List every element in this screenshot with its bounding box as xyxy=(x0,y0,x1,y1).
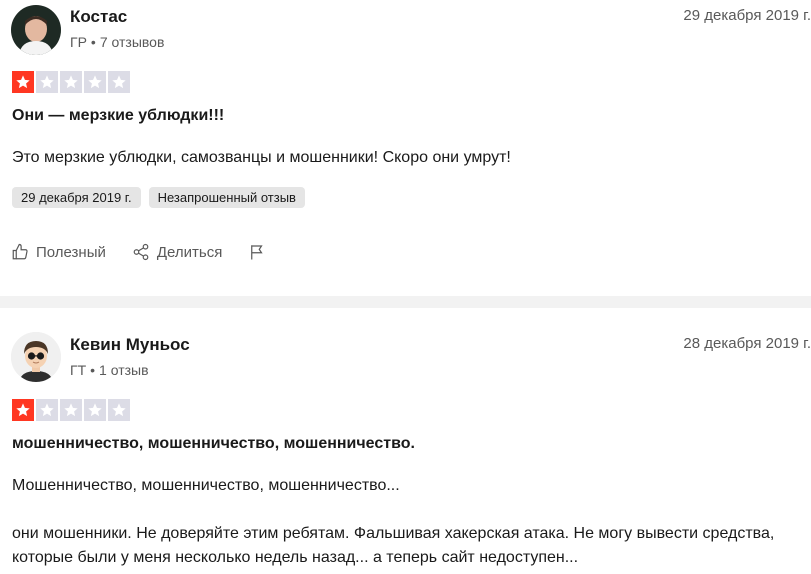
reviewer-meta: ГР • 7 отзывов xyxy=(70,34,164,50)
review-date: 29 декабря 2019 г. xyxy=(683,7,811,24)
review-title[interactable]: Они — мерзкие ублюдки!!! xyxy=(12,107,224,125)
review-card: Кевин Муньос ГТ • 1 отзыв 28 декабря 2019 … xyxy=(0,308,811,574)
review-actions: Полезный Делиться xyxy=(11,243,266,261)
reviewer-name[interactable]: Кевин Муньос xyxy=(70,335,190,355)
review-text-paragraph: Мошенничество, мошенничество, мошенничес… xyxy=(12,477,400,494)
reviewer-country: ГТ xyxy=(70,362,87,378)
star-icon xyxy=(60,71,82,93)
reviewer-review-count: 1 отзыв xyxy=(99,362,149,378)
star-icon xyxy=(108,71,130,93)
review-text-paragraph: они мошенники. Не доверяйте этим ребятам… xyxy=(12,525,775,566)
star-icon xyxy=(60,399,82,421)
reviewer-meta: ГТ • 1 отзыв xyxy=(70,362,149,378)
review-chips: 29 декабря 2019 г. Незапрошенный отзыв xyxy=(12,187,305,208)
useful-label: Полезный xyxy=(36,243,106,261)
share-label: Делиться xyxy=(156,243,223,261)
review-card: Костас ГР • 7 отзывов 29 декабря 2019 г. О… xyxy=(0,0,811,296)
meta-separator: • xyxy=(90,362,96,378)
experience-date-badge: 29 декабря 2019 г. xyxy=(12,187,141,208)
thumbs-up-icon xyxy=(11,243,29,261)
star-icon xyxy=(12,71,34,93)
star-icon xyxy=(36,399,58,421)
star-icon xyxy=(84,71,106,93)
star-rating xyxy=(12,399,130,421)
star-icon xyxy=(12,399,34,421)
review-text: Это мерзкие ублюдки, самозванцы и мошенн… xyxy=(12,149,511,166)
reviewer-name[interactable]: Костас xyxy=(70,7,127,27)
star-rating xyxy=(12,71,130,93)
share-button[interactable]: Делиться xyxy=(132,243,222,261)
report-button[interactable] xyxy=(248,243,266,261)
star-icon xyxy=(84,399,106,421)
share-icon xyxy=(132,243,150,261)
reviewer-country: ГР xyxy=(70,34,87,50)
star-icon xyxy=(108,399,130,421)
review-date: 28 декабря 2019 г. xyxy=(683,335,811,352)
flag-icon xyxy=(248,243,266,261)
review-divider xyxy=(0,296,811,308)
reviewer-review-count: 7 отзывов xyxy=(99,34,165,50)
review-title[interactable]: мошенничество, мошенничество, мошенничес… xyxy=(12,435,415,453)
avatar[interactable] xyxy=(11,332,61,382)
avatar[interactable] xyxy=(11,5,61,55)
meta-separator: • xyxy=(90,34,96,50)
unprompted-review-badge[interactable]: Незапрошенный отзыв xyxy=(148,187,305,208)
star-icon xyxy=(36,71,58,93)
useful-button[interactable]: Полезный xyxy=(11,243,106,261)
